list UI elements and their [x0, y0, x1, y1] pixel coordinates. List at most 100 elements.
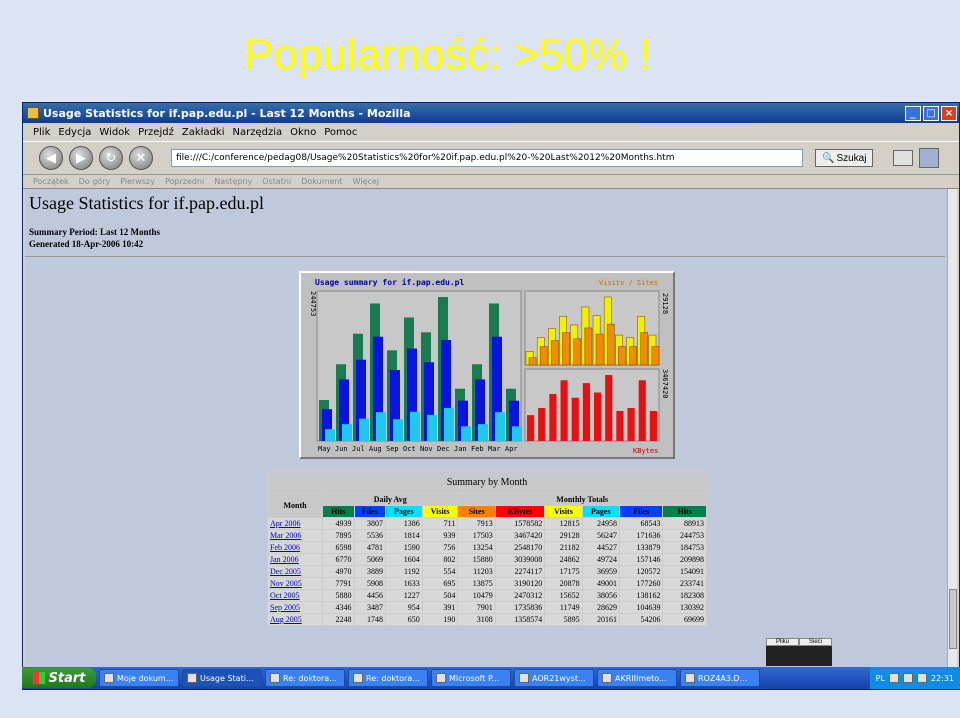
month-link[interactable]: Oct 2005	[266, 589, 324, 602]
col-monthly-kbytes: KBytes	[494, 505, 546, 518]
link-do-gory[interactable]: Do góry	[79, 177, 111, 186]
task-usage-stats[interactable]: Usage Stati...	[182, 669, 262, 687]
bar-sites	[528, 357, 537, 366]
x-tick-label: Nov	[420, 445, 433, 453]
antivirus-icon[interactable]	[916, 673, 927, 683]
menu-zakladki[interactable]: Zakładki	[182, 127, 225, 138]
vertical-scrollbar[interactable]	[947, 189, 957, 669]
volume-icon[interactable]	[902, 673, 913, 683]
daily-avg-header: Daily Avg	[322, 493, 459, 506]
month-link[interactable]: Mar 2006	[266, 529, 324, 542]
stop-button[interactable]: ✕	[129, 146, 153, 170]
language-indicator[interactable]: PL	[876, 674, 885, 683]
title-bar: Usage Statistics for if.pap.edu.pl - Las…	[23, 103, 959, 123]
taskbar: Start Moje dokum... Usage Stati... Re: d…	[22, 667, 960, 689]
bar-kbytes	[549, 393, 557, 441]
scrollbar-thumb[interactable]	[949, 589, 957, 649]
word-icon	[602, 673, 612, 683]
task-roz4a3[interactable]: ROZ4A3.D...	[680, 669, 760, 687]
mail-icon	[353, 673, 363, 683]
link-dokument[interactable]: Dokument	[301, 177, 342, 186]
table-cell: 20878	[544, 577, 583, 590]
folder-icon	[104, 673, 114, 683]
menu-plik[interactable]: Plik	[33, 127, 50, 138]
x-tick-label: Oct	[403, 445, 416, 453]
minimize-button[interactable]: _	[905, 105, 921, 121]
right-bottom-max: 3467420	[661, 369, 669, 399]
reload-button[interactable]: ↻	[99, 146, 123, 170]
task-moje-dokumenty[interactable]: Moje dokum...	[99, 669, 179, 687]
bar-sites	[618, 346, 626, 366]
month-link[interactable]: Dec 2005	[266, 565, 324, 578]
menu-edycja[interactable]: Edycja	[58, 127, 91, 138]
link-nastepny[interactable]: Następny	[214, 177, 252, 186]
link-wiecej[interactable]: Więcej	[353, 177, 379, 186]
table-cell: 4346	[322, 601, 355, 614]
col-monthly-hits: Hits	[662, 505, 707, 518]
table-cell: 5908	[353, 577, 386, 590]
table-cell: 954	[384, 601, 423, 614]
search-label: Szukaj	[836, 152, 867, 164]
url-input[interactable]: file:///C:/conference/pedag08/Usage%20St…	[171, 149, 803, 167]
column-header-row: Hits Files Pages Visits Sites KBytes Visits Pag…	[268, 505, 707, 518]
table-cell: 10479	[457, 589, 496, 602]
task-powerpoint[interactable]: Microsoft P...	[431, 669, 511, 687]
table-cell: 1386	[384, 517, 423, 530]
print-icon[interactable]	[893, 150, 914, 166]
table-cell: 12815	[544, 517, 583, 530]
table-cell: 4970	[322, 565, 355, 578]
table-cell: 44527	[581, 541, 621, 554]
slide-title: Popularność: >50% !	[244, 30, 652, 79]
bar-pages	[427, 414, 437, 441]
table-cell: 133879	[619, 541, 664, 554]
table-cell: 7913	[457, 517, 496, 530]
bar-kbytes	[582, 383, 590, 441]
bar-sites	[606, 323, 615, 366]
table-cell: 3487	[353, 601, 386, 614]
bar-pages	[512, 426, 522, 441]
task-akriii[interactable]: AKRIIImeto...	[597, 669, 677, 687]
table-cell: 154091	[662, 565, 707, 578]
back-button[interactable]: ◀	[39, 146, 63, 170]
month-link[interactable]: Sep 2005	[266, 601, 324, 614]
task-re-doktora-1[interactable]: Re: doktora...	[265, 669, 345, 687]
bar-pages	[478, 424, 488, 441]
network-icon[interactable]	[888, 673, 899, 683]
month-link[interactable]: Nov 2005	[266, 577, 324, 590]
table-cell: 1192	[384, 565, 423, 578]
table-cell: 3467420	[494, 529, 546, 542]
forward-button[interactable]: ▶	[69, 146, 93, 170]
table-cell: 54206	[619, 613, 664, 626]
bar-kbytes	[571, 397, 579, 441]
table-row: Jan 2006 6770 5069 1604 802 15880 3039008 24862…	[266, 553, 707, 566]
menu-widok[interactable]: Widok	[99, 127, 130, 138]
table-cell: 5069	[353, 553, 386, 566]
bar-sites	[562, 332, 570, 366]
menu-przejdz[interactable]: Przejdź	[138, 127, 174, 138]
month-link[interactable]: Jan 2006	[266, 553, 324, 566]
search-icon: 🔍	[822, 152, 835, 164]
maximize-button[interactable]: □	[923, 105, 939, 121]
table-cell: 182308	[662, 589, 707, 602]
task-re-doktora-2[interactable]: Re: doktora...	[348, 669, 428, 687]
table-cell: 3108	[457, 613, 496, 626]
browser-app-icon	[27, 107, 39, 119]
search-button[interactable]: 🔍 Szukaj	[815, 149, 874, 167]
mozilla-logo-icon[interactable]	[919, 148, 940, 168]
menu-narzedzia[interactable]: Narzędzia	[233, 127, 283, 138]
month-link[interactable]: Feb 2006	[266, 541, 324, 554]
link-poprzedni[interactable]: Poprzedni	[165, 177, 204, 186]
link-ostatni[interactable]: Ostatni	[262, 177, 291, 186]
bar-pages	[444, 407, 454, 441]
menu-okno[interactable]: Okno	[290, 127, 316, 138]
menu-pomoc[interactable]: Pomoc	[324, 127, 357, 138]
close-button[interactable]: ×	[941, 105, 957, 121]
month-link[interactable]: Aug 2005	[266, 613, 324, 626]
month-link[interactable]: Apr 2006	[266, 517, 324, 530]
table-cell: 29128	[544, 529, 583, 542]
start-button[interactable]: Start	[22, 668, 96, 688]
link-pierwszy[interactable]: Pierwszy	[120, 177, 155, 186]
link-poczatek[interactable]: Początek	[33, 177, 69, 186]
task-aor21[interactable]: AOR21wyst...	[514, 669, 594, 687]
system-tray: PL 22:31	[869, 667, 960, 689]
